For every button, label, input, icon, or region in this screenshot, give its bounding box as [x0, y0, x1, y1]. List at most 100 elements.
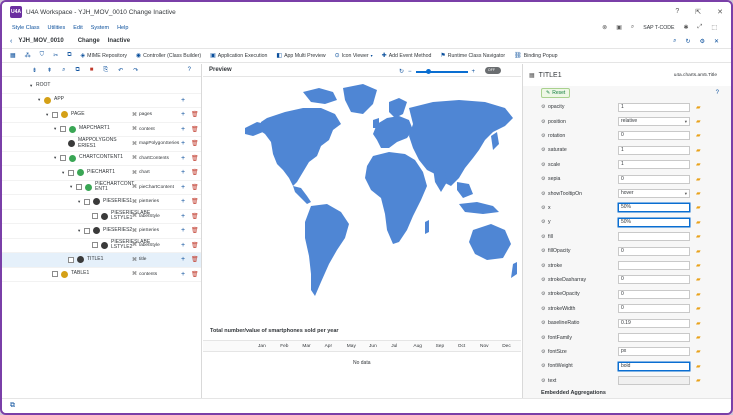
node-checkbox[interactable] — [84, 198, 90, 205]
controller-button[interactable]: ◉ Controller (Class Builder) — [136, 52, 201, 60]
multi-preview-button[interactable]: ◧ App Multi Preview — [276, 52, 325, 60]
close-icon[interactable]: ✕ — [714, 38, 719, 45]
window-icon[interactable]: ▣ — [616, 24, 622, 31]
tree-node[interactable]: ▾ PAGE ⌘ pages + 🗑 — [2, 108, 201, 123]
node-checkbox[interactable] — [76, 184, 82, 191]
binding-popup-button[interactable]: ⛓ Binding Popup — [514, 52, 557, 60]
tcode-input[interactable]: SAP T-CODE — [643, 25, 674, 31]
chevron-down-icon[interactable]: ▾ — [685, 190, 687, 197]
toolbar-copy-button[interactable]: ⧉ — [67, 52, 71, 59]
folder-icon[interactable]: ▰ — [696, 132, 701, 139]
zoom-in-icon[interactable]: + — [472, 69, 476, 75]
folder-icon[interactable]: ▰ — [696, 219, 701, 226]
tree-node[interactable]: ▾ ROOT — [2, 79, 201, 94]
property-input[interactable]: 1 — [618, 160, 690, 170]
zoom-slider-knob[interactable] — [425, 68, 431, 74]
runtime-class-navigator-button[interactable]: ⚑ Runtime Class Navigator — [440, 52, 505, 60]
tree-help-icon[interactable]: ? — [188, 67, 191, 73]
add-child-icon[interactable]: + — [181, 155, 185, 162]
folder-icon[interactable]: ▰ — [696, 248, 701, 255]
node-checkbox[interactable] — [84, 227, 90, 234]
property-input[interactable]: 0 — [618, 246, 690, 256]
folder-icon[interactable]: ▰ — [696, 262, 701, 269]
node-checkbox[interactable] — [68, 256, 74, 263]
reset-button[interactable]: ✎ Reset — [541, 88, 571, 98]
icon-viewer-button[interactable]: ⊙ Icon Viewer ▾ — [335, 52, 373, 60]
folder-icon[interactable]: ▰ — [696, 176, 701, 183]
folder-icon[interactable]: ▰ — [696, 276, 701, 283]
refresh-icon[interactable]: ↻ — [686, 38, 691, 45]
add-event-method-button[interactable]: ✚ Add Event Method — [382, 52, 432, 60]
property-input[interactable]: 50% — [618, 217, 690, 227]
add-child-icon[interactable]: + — [181, 111, 185, 118]
tree-node[interactable]: ▾ CHARTCONTENT1 ⌘ chartContents + 🗑 — [2, 152, 201, 166]
property-input[interactable]: 0.19 — [618, 318, 690, 328]
property-input[interactable] — [618, 333, 690, 343]
close-window-icon[interactable]: ✕ — [717, 8, 723, 16]
add-child-icon[interactable]: + — [181, 184, 185, 191]
pin-icon[interactable]: ⊗ — [602, 24, 607, 31]
folder-icon[interactable]: ▰ — [696, 305, 701, 312]
node-checkbox[interactable] — [52, 111, 58, 118]
tree-paste-icon[interactable]: ⎘ — [103, 67, 108, 74]
redo-icon[interactable]: ↷ — [133, 67, 138, 74]
folder-icon[interactable]: ▰ — [696, 233, 701, 240]
property-input[interactable]: 0 — [618, 289, 690, 299]
folder-icon[interactable]: ▰ — [696, 348, 701, 355]
delete-node-icon[interactable]: 🗑 — [191, 198, 199, 205]
delete-node-icon[interactable]: 🗑 — [191, 242, 199, 249]
settings-icon[interactable]: ⚙ — [700, 38, 705, 45]
menu-system[interactable]: System — [91, 25, 109, 31]
preview-toggle[interactable]: OFF — [485, 67, 501, 74]
property-input[interactable]: 0 — [618, 174, 690, 184]
delete-node-icon[interactable]: 🗑 — [191, 155, 199, 162]
expand-all-icon[interactable]: ⇟ — [32, 67, 37, 74]
tree-node[interactable]: PIESERIESLABELSTYLE1 ⌘ labelStyle + 🗑 — [2, 210, 201, 224]
add-child-icon[interactable]: + — [181, 198, 185, 205]
folder-icon[interactable]: ▰ — [696, 104, 701, 111]
maximize-icon[interactable]: ⤢ — [698, 24, 703, 31]
tree-node[interactable]: TABLE1 ⌘ contents + 🗑 — [2, 268, 201, 282]
tree-search-icon[interactable]: ⌕ — [62, 67, 65, 74]
folder-icon[interactable]: ▰ — [696, 147, 701, 154]
folder-icon[interactable]: ▰ — [696, 334, 701, 341]
delete-node-icon[interactable]: 🗑 — [191, 184, 199, 191]
delete-node-icon[interactable]: 🗑 — [191, 111, 199, 118]
fullscreen-icon[interactable]: ⬚ — [711, 24, 717, 31]
folder-icon[interactable]: ▰ — [696, 363, 701, 370]
toolbar-shield-button[interactable]: ⛉ — [40, 52, 45, 59]
tree-delete-icon[interactable]: ■ — [90, 67, 94, 73]
folder-icon[interactable]: ▰ — [696, 190, 701, 197]
menu-help[interactable]: Help — [117, 25, 128, 31]
property-input[interactable]: px — [618, 347, 690, 357]
delete-node-icon[interactable]: 🗑 — [191, 213, 199, 220]
property-input[interactable]: 0 — [618, 275, 690, 285]
cross-icon[interactable]: ✱ — [683, 24, 688, 31]
menu-style-class[interactable]: Style Class — [12, 25, 40, 31]
mime-repository-button[interactable]: ◈ MIME Repository — [81, 52, 127, 60]
status-icon[interactable]: ⧉ — [10, 402, 15, 410]
tree-node[interactable]: ▾ PIESERIES1 ⌘ pieSeries + 🗑 — [2, 195, 201, 210]
delete-node-icon[interactable]: 🗑 — [191, 126, 199, 133]
node-checkbox[interactable] — [60, 155, 66, 162]
tree-node[interactable]: MAPPOLYGONSERIES1 ⌘ mapPolygonSeries + 🗑 — [2, 137, 201, 152]
folder-icon[interactable]: ▰ — [696, 204, 701, 211]
menu-utilities[interactable]: Utilities — [48, 25, 66, 31]
tcode-search-icon[interactable]: ⌕ — [631, 24, 634, 31]
tree-node[interactable]: ▾ PIECHART1 ⌘ chart + 🗑 — [2, 166, 201, 181]
properties-help-icon[interactable]: ? — [716, 90, 719, 96]
search-icon[interactable]: ⌕ — [673, 38, 676, 45]
property-select[interactable]: hover ▾ — [618, 189, 690, 199]
add-child-icon[interactable]: + — [181, 271, 185, 278]
add-child-icon[interactable]: + — [181, 213, 185, 220]
property-input[interactable]: 1 — [618, 102, 690, 112]
node-checkbox[interactable] — [60, 126, 66, 133]
chevron-down-icon[interactable]: ▾ — [685, 118, 687, 125]
folder-icon[interactable]: ▰ — [696, 377, 701, 384]
menu-edit[interactable]: Edit — [73, 25, 82, 31]
tree-copy-icon[interactable]: ⧉ — [75, 67, 79, 74]
collapse-all-icon[interactable]: ⇞ — [47, 67, 52, 74]
toolbar-code-button[interactable]: ⁂ — [25, 52, 31, 59]
property-input[interactable] — [618, 376, 690, 386]
delete-node-icon[interactable]: 🗑 — [191, 140, 199, 147]
